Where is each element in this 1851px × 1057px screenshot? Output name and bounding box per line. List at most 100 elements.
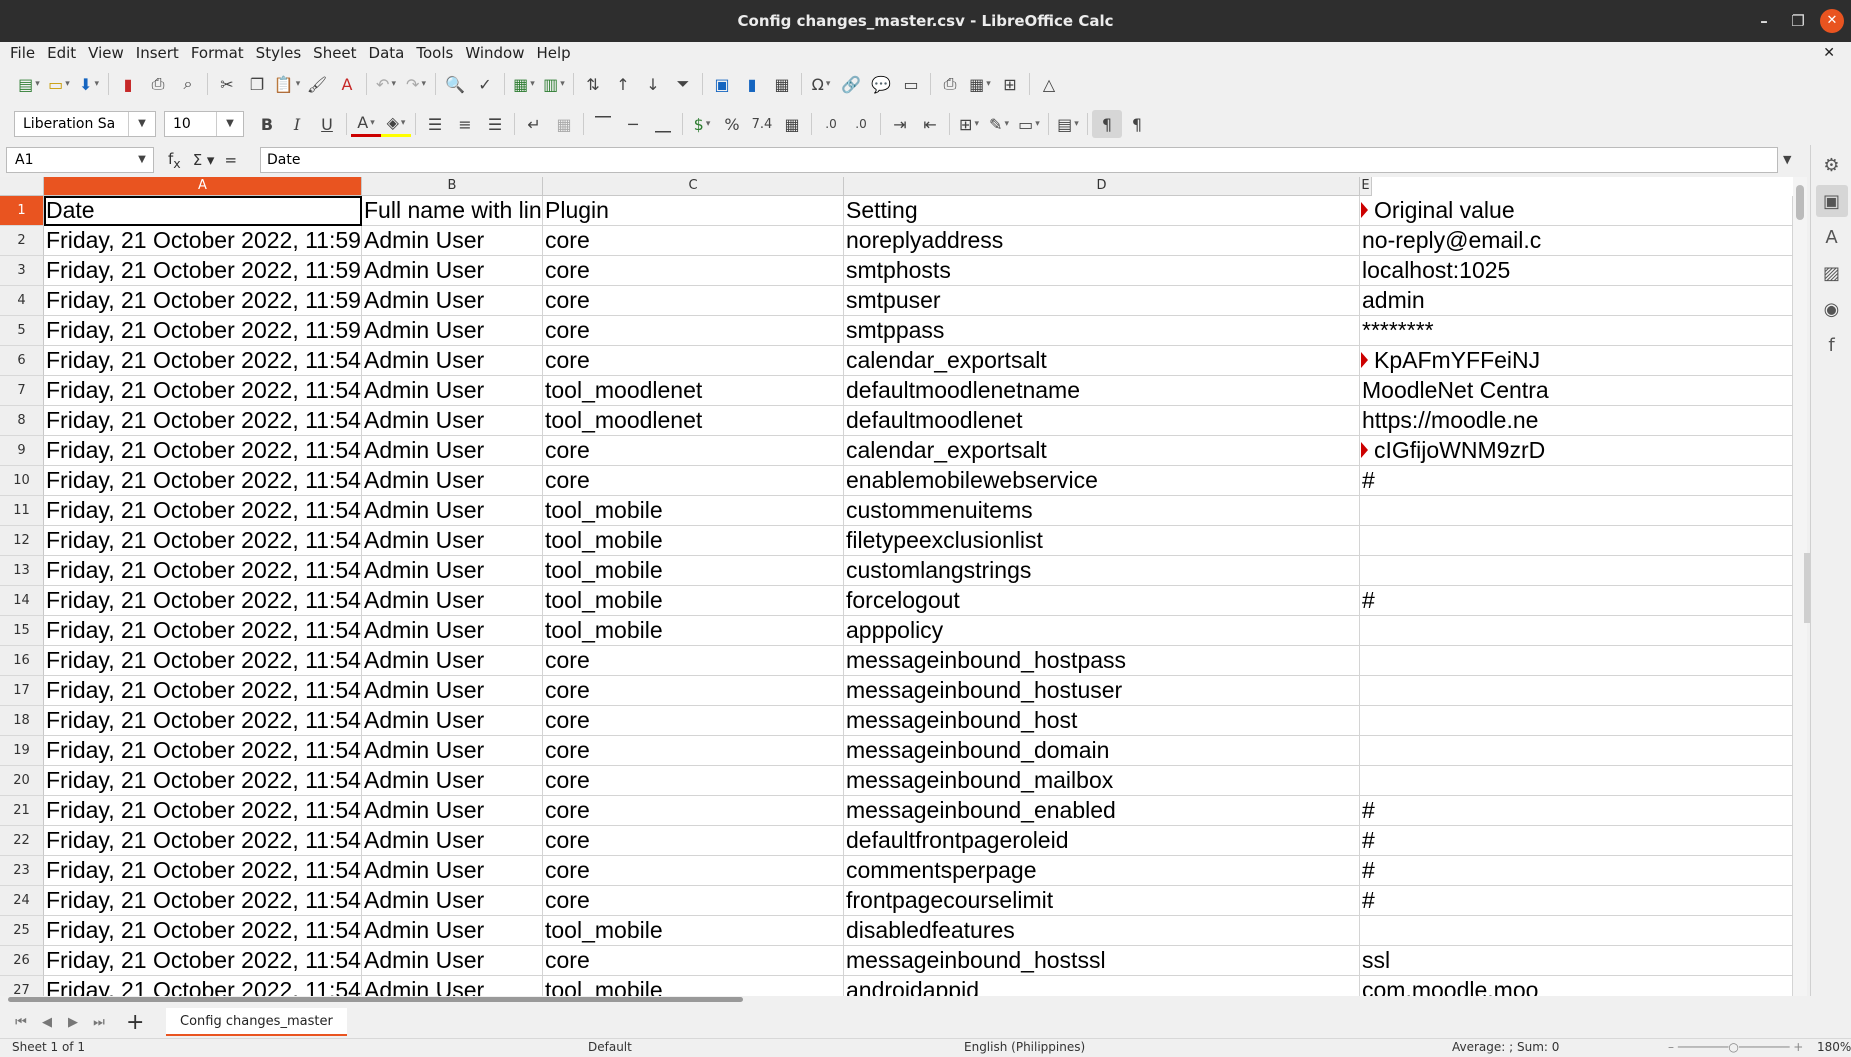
italic-button[interactable]: I [282, 110, 312, 138]
cell-e14[interactable]: # [1360, 586, 1793, 616]
cell-e15[interactable] [1360, 616, 1793, 646]
cell-b22[interactable]: Admin User [362, 826, 543, 856]
cell-c4[interactable]: core [543, 286, 844, 316]
cell-d4[interactable]: smtpuser [844, 286, 1360, 316]
cell-a5[interactable]: Friday, 21 October 2022, 11:59 AM [44, 316, 362, 346]
special-character-icon[interactable]: Ω [806, 70, 836, 98]
clear-formatting-icon[interactable]: A [332, 70, 362, 98]
cell-c26[interactable]: core [543, 946, 844, 976]
percent-icon[interactable]: % [717, 110, 747, 138]
cell-d7[interactable]: defaultmoodlenetname [844, 376, 1360, 406]
cell-d24[interactable]: frontpagecourselimit [844, 886, 1360, 916]
sort-icon[interactable]: ⇅ [578, 70, 608, 98]
row-header[interactable]: 13 [0, 556, 44, 586]
currency-icon[interactable]: $ [687, 110, 717, 138]
cell-d1[interactable]: Setting [844, 196, 1360, 226]
cell-a10[interactable]: Friday, 21 October 2022, 11:54 AM [44, 466, 362, 496]
border-color-icon[interactable]: ▭ [1014, 110, 1044, 138]
cell-b19[interactable]: Admin User [362, 736, 543, 766]
previous-sheet-icon[interactable]: ◀ [34, 1015, 60, 1030]
menu-data[interactable]: Data [363, 44, 411, 62]
cell-c9[interactable]: core [543, 436, 844, 466]
sort-descending-icon[interactable]: ↓ [638, 70, 668, 98]
row-header[interactable]: 27 [0, 976, 44, 996]
column-header-e[interactable]: E [1360, 177, 1372, 196]
align-top-icon[interactable]: ⎺ [588, 110, 618, 138]
new-icon[interactable]: ▤ [14, 70, 44, 98]
save-icon[interactable]: ⬇ [74, 70, 104, 98]
row-header[interactable]: 5 [0, 316, 44, 346]
cell-e20[interactable] [1360, 766, 1793, 796]
cell-d12[interactable]: filetypeexclusionlist [844, 526, 1360, 556]
row-header[interactable]: 16 [0, 646, 44, 676]
define-print-area-icon[interactable]: ⎙ [935, 70, 965, 98]
cell-c11[interactable]: tool_mobile [543, 496, 844, 526]
cell-d5[interactable]: smtppass [844, 316, 1360, 346]
cell-c2[interactable]: core [543, 226, 844, 256]
add-sheet-icon[interactable]: + [126, 1010, 156, 1035]
cell-e1[interactable]: Original value [1360, 196, 1793, 226]
cell-b14[interactable]: Admin User [362, 586, 543, 616]
cell-b18[interactable]: Admin User [362, 706, 543, 736]
cell-e23[interactable]: # [1360, 856, 1793, 886]
cell-d23[interactable]: commentsperpage [844, 856, 1360, 886]
cell-b20[interactable]: Admin User [362, 766, 543, 796]
wrap-text-icon[interactable]: ↵ [519, 110, 549, 138]
cell-c24[interactable]: core [543, 886, 844, 916]
row-header[interactable]: 9 [0, 436, 44, 466]
cell-c14[interactable]: tool_mobile [543, 586, 844, 616]
merge-cells-icon[interactable]: ▦ [549, 110, 579, 138]
spelling-icon[interactable]: ✓ [470, 70, 500, 98]
export-pdf-icon[interactable]: ▮ [113, 70, 143, 98]
row-header[interactable]: 1 [0, 196, 44, 226]
cell-c22[interactable]: core [543, 826, 844, 856]
cell-b4[interactable]: Admin User [362, 286, 543, 316]
cell-a27[interactable]: Friday, 21 October 2022, 11:54 AM [44, 976, 362, 996]
cell-d15[interactable]: apppolicy [844, 616, 1360, 646]
row-header[interactable]: 8 [0, 406, 44, 436]
cell-e2[interactable]: no-reply@email.c [1360, 226, 1793, 256]
minimize-icon[interactable]: – [1752, 9, 1776, 33]
row-header[interactable]: 11 [0, 496, 44, 526]
align-bottom-icon[interactable]: ⎽ [648, 110, 678, 138]
cell-e3[interactable]: localhost:1025 [1360, 256, 1793, 286]
cell-b11[interactable]: Admin User [362, 496, 543, 526]
functions-icon[interactable]: f [1816, 329, 1848, 361]
delete-decimal-icon[interactable]: .0 [846, 110, 876, 138]
cell-b8[interactable]: Admin User [362, 406, 543, 436]
cell-c3[interactable]: core [543, 256, 844, 286]
cell-a24[interactable]: Friday, 21 October 2022, 11:54 AM [44, 886, 362, 916]
cell-b21[interactable]: Admin User [362, 796, 543, 826]
cell-e25[interactable] [1360, 916, 1793, 946]
row-header[interactable]: 18 [0, 706, 44, 736]
expand-formula-icon[interactable]: ▼ [1783, 153, 1791, 166]
comment-icon[interactable]: 💬 [866, 70, 896, 98]
cell-d22[interactable]: defaultfrontpageroleid [844, 826, 1360, 856]
column-icon[interactable]: ▥ [539, 70, 569, 98]
print-preview-icon[interactable]: ⌕ [173, 70, 203, 98]
cell-a23[interactable]: Friday, 21 October 2022, 11:54 AM [44, 856, 362, 886]
formula-icon[interactable]: = [224, 151, 237, 169]
cell-c5[interactable]: core [543, 316, 844, 346]
font-color-icon[interactable]: A [351, 112, 381, 137]
cell-d11[interactable]: custommenuitems [844, 496, 1360, 526]
font-name-box[interactable]: Liberation Sa ▼ [14, 111, 156, 137]
column-header-d[interactable]: D [844, 177, 1360, 196]
borders-icon[interactable]: ⊞ [954, 110, 984, 138]
cell-c21[interactable]: core [543, 796, 844, 826]
cell-b25[interactable]: Admin User [362, 916, 543, 946]
cell-a7[interactable]: Friday, 21 October 2022, 11:54 AM [44, 376, 362, 406]
cell-c8[interactable]: tool_moodlenet [543, 406, 844, 436]
settings-icon[interactable]: ⚙ [1816, 149, 1848, 181]
cell-e26[interactable]: ssl [1360, 946, 1793, 976]
headers-footers-icon[interactable]: ▭ [896, 70, 926, 98]
column-header-b[interactable]: B [362, 177, 543, 196]
cell-a21[interactable]: Friday, 21 October 2022, 11:54 AM [44, 796, 362, 826]
font-size-box[interactable]: 10 ▼ [164, 111, 244, 137]
row-header[interactable]: 20 [0, 766, 44, 796]
cell-c27[interactable]: tool_mobile [543, 976, 844, 996]
styles-icon[interactable]: A [1816, 221, 1848, 253]
cell-a2[interactable]: Friday, 21 October 2022, 11:59 AM [44, 226, 362, 256]
cell-a9[interactable]: Friday, 21 October 2022, 11:54 AM [44, 436, 362, 466]
clone-formatting-icon[interactable]: 🖌 [302, 70, 332, 98]
